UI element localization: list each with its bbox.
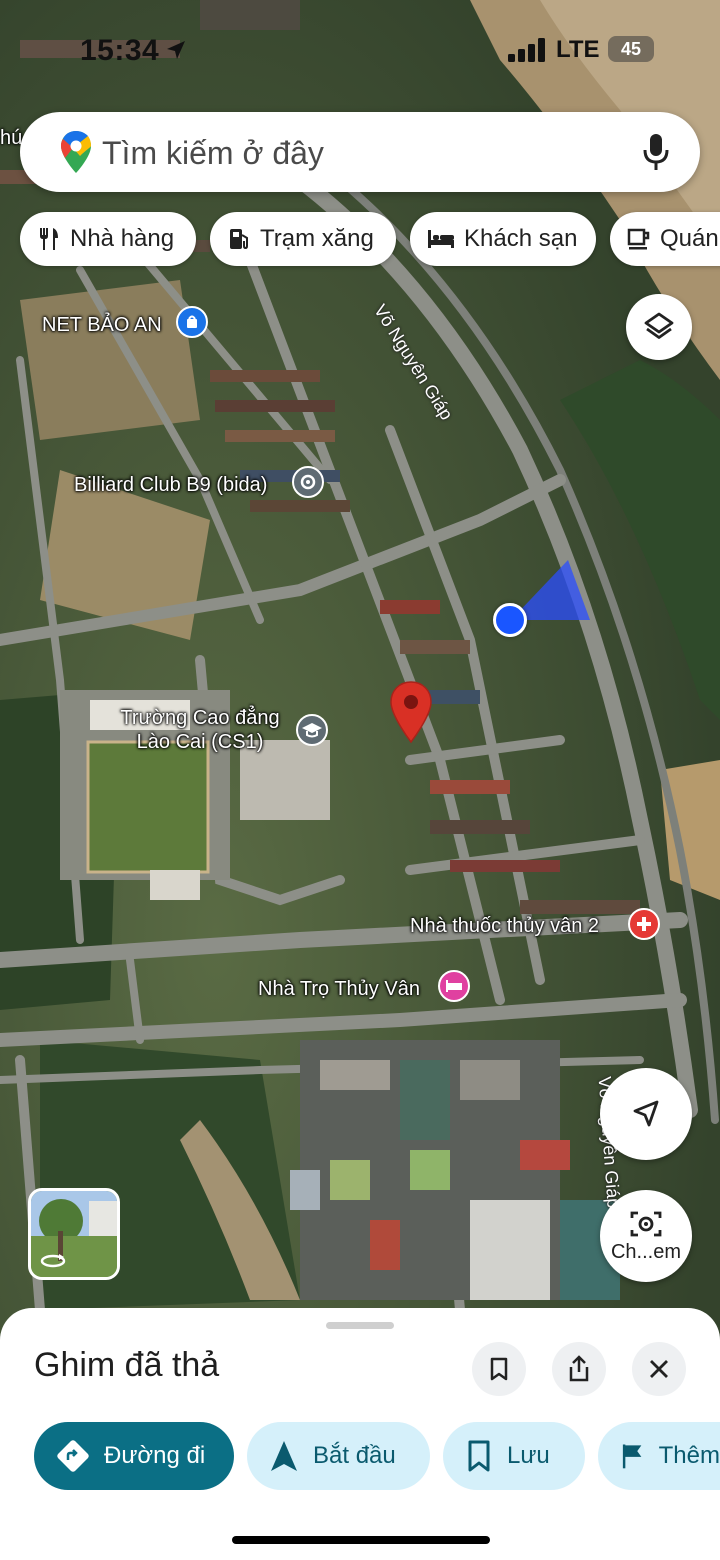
start-button[interactable]: Bắt đầu bbox=[247, 1422, 430, 1490]
more-button[interactable]: Thêm bbox=[598, 1422, 720, 1490]
flag-icon bbox=[622, 1444, 642, 1469]
maps-logo-icon bbox=[61, 131, 91, 173]
poi-label-guesthouse[interactable]: Nhà Trọ Thủy Vân bbox=[258, 978, 420, 1001]
chip-label: Khách sạn bbox=[464, 225, 578, 252]
search-input[interactable] bbox=[100, 126, 624, 180]
chip-restaurants[interactable]: Nhà hàng bbox=[20, 212, 196, 266]
dropped-pin-icon[interactable] bbox=[388, 680, 434, 746]
status-time: 15:34 bbox=[80, 34, 160, 67]
chip-label: Nhà hàng bbox=[70, 225, 175, 252]
fork-knife-icon bbox=[40, 228, 58, 250]
save-button[interactable]: Lưu bbox=[443, 1422, 585, 1490]
close-button[interactable] bbox=[632, 1342, 686, 1396]
circle-dot-icon bbox=[300, 474, 316, 490]
action-label: Bắt đầu bbox=[313, 1442, 396, 1469]
medical-cross-icon bbox=[637, 917, 651, 931]
navigation-arrow-icon bbox=[633, 1100, 659, 1127]
graduation-cap-icon bbox=[302, 723, 322, 738]
edge-label-fragment: hú bbox=[0, 127, 23, 149]
microphone-icon[interactable] bbox=[642, 132, 670, 172]
action-label: Đường đi bbox=[104, 1442, 206, 1469]
chip-gas-stations[interactable]: Trạm xăng bbox=[210, 212, 396, 266]
explore-label: Ch...em bbox=[610, 1240, 682, 1263]
poi-marker-college[interactable] bbox=[296, 714, 328, 746]
bed-icon bbox=[446, 980, 462, 992]
action-label: Thêm bbox=[658, 1442, 720, 1469]
bed-icon bbox=[428, 230, 454, 248]
bookmark-icon bbox=[490, 1357, 508, 1381]
battery-level: 45 bbox=[620, 39, 642, 59]
sheet-title: Ghim đã thả bbox=[34, 1346, 220, 1384]
category-chips: Nhà hàng Trạm xăng Khách sạn Quán bbox=[20, 212, 720, 268]
chip-label: Trạm xăng bbox=[260, 225, 374, 252]
directions-icon bbox=[57, 1440, 89, 1472]
action-label: Lưu bbox=[507, 1442, 550, 1469]
poi-marker-shopping[interactable] bbox=[176, 306, 208, 338]
poi-marker-pharmacy[interactable] bbox=[628, 908, 660, 940]
share-button[interactable] bbox=[552, 1342, 606, 1396]
layers-icon bbox=[644, 312, 674, 339]
place-bottom-sheet[interactable]: Ghim đã thả Đường đi Bắt đầu Lưu Thêm bbox=[0, 1308, 720, 1560]
battery-icon: 45 bbox=[608, 36, 654, 62]
chip-label: Quán bbox=[660, 225, 719, 252]
poi-label-billiard[interactable]: Billiard Club B9 (bida) bbox=[74, 474, 267, 497]
camera-lens-icon bbox=[630, 1211, 662, 1236]
my-location-button[interactable] bbox=[600, 1068, 692, 1160]
directions-button[interactable]: Đường đi bbox=[34, 1422, 234, 1490]
save-icon-button[interactable] bbox=[472, 1342, 526, 1396]
coffee-cup-icon bbox=[627, 228, 650, 250]
bookmark-icon bbox=[468, 1440, 490, 1472]
close-icon bbox=[650, 1360, 668, 1378]
location-arrow-icon bbox=[167, 41, 185, 59]
current-location-dot bbox=[493, 603, 527, 637]
lens-explore-button[interactable]: Ch...em bbox=[600, 1190, 692, 1282]
home-indicator[interactable] bbox=[232, 1536, 490, 1544]
layers-button[interactable] bbox=[626, 294, 692, 360]
poi-marker-billiard[interactable] bbox=[292, 466, 324, 498]
street-view-thumbnail[interactable] bbox=[28, 1188, 120, 1280]
cellular-signal-icon bbox=[508, 38, 545, 62]
shopping-bag-icon bbox=[187, 315, 197, 328]
poi-label-net-bao-an[interactable]: NET BẢO AN bbox=[42, 314, 162, 337]
chip-hotels[interactable]: Khách sạn bbox=[410, 212, 596, 266]
gas-pump-icon bbox=[230, 229, 248, 250]
navigation-arrow-icon bbox=[271, 1441, 297, 1471]
chip-cafes[interactable]: Quán bbox=[610, 212, 720, 266]
share-icon bbox=[569, 1355, 589, 1382]
sheet-drag-handle[interactable] bbox=[326, 1322, 394, 1329]
rotate-360-icon bbox=[40, 1254, 66, 1268]
poi-label-college[interactable]: Trường Cao đẳng Lào Cai (CS1) bbox=[110, 706, 290, 754]
search-bar[interactable] bbox=[20, 112, 700, 192]
poi-label-pharmacy[interactable]: Nhà thuốc thủy vân 2 bbox=[410, 915, 599, 938]
network-type: LTE bbox=[556, 36, 600, 63]
status-bar: 15:34 LTE 45 bbox=[0, 28, 720, 72]
poi-marker-guesthouse[interactable] bbox=[438, 970, 470, 1002]
